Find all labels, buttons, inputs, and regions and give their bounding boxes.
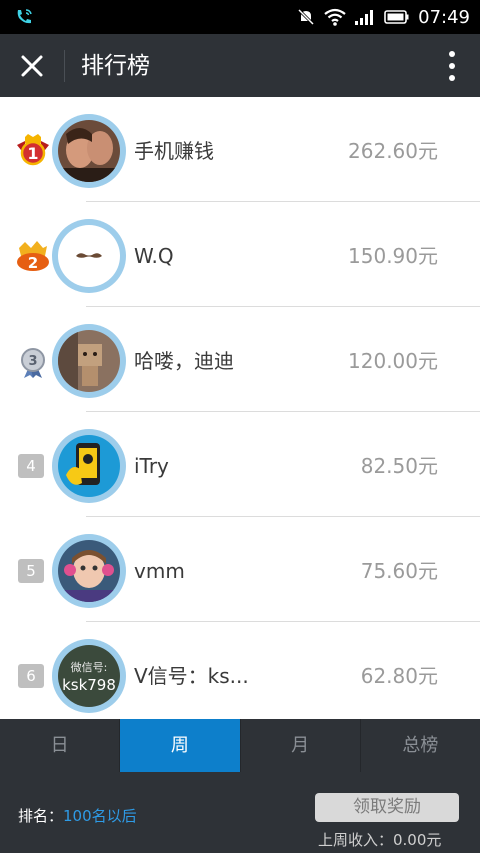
silver-medal-icon: 2 — [17, 241, 49, 272]
signal-icon — [355, 10, 374, 25]
more-vertical-icon[interactable] — [448, 50, 456, 82]
user-name: V信号：ks... — [134, 664, 249, 688]
avatar-photo — [58, 120, 120, 182]
earnings-amount: 150.90元 — [348, 244, 438, 268]
tab-day[interactable]: 日 — [0, 719, 121, 772]
wifi-icon — [324, 8, 346, 26]
user-name: 手机赚钱 — [134, 139, 214, 163]
list-item[interactable]: 6 微信号: ksk798 V信号：ks... 62.80元 — [0, 622, 480, 719]
user-name: W.Q — [134, 244, 174, 268]
tab-week[interactable]: 周 — [120, 719, 241, 772]
status-bar: 07:49 — [0, 0, 480, 34]
list-item[interactable]: 3 哈喽，迪迪 120.00元 — [0, 307, 480, 412]
list-item[interactable]: 1 手机赚钱 262.60元 — [0, 97, 480, 202]
gold-medal-icon: 1 — [17, 134, 49, 166]
earnings-amount: 262.60元 — [348, 139, 438, 163]
avatar[interactable] — [52, 114, 126, 188]
avatar[interactable] — [52, 219, 126, 293]
earnings-amount: 120.00元 — [348, 349, 438, 373]
avatar-photo — [58, 225, 120, 287]
tab-month[interactable]: 月 — [241, 719, 361, 772]
bronze-medal-icon: 3 — [21, 348, 45, 378]
earnings-amount: 75.60元 — [360, 559, 438, 583]
my-rank: 排名：100名以后 — [18, 805, 137, 826]
title-bar: 排行榜 — [0, 34, 480, 97]
user-name: 哈喽，迪迪 — [134, 349, 234, 373]
tab-total[interactable]: 总榜 — [361, 719, 480, 772]
claim-reward-button[interactable]: 领取奖励 — [315, 793, 459, 822]
svg-text:2: 2 — [28, 254, 38, 272]
phone-icon — [17, 9, 32, 24]
list-item[interactable]: 5 vmm 75.60元 — [0, 517, 480, 622]
my-rank-label: 排名： — [18, 807, 64, 825]
last-week-income: 上周收入：0.00元 — [318, 831, 442, 849]
earnings-amount: 62.80元 — [360, 664, 438, 688]
rank-number: 4 — [18, 454, 44, 478]
rank-number: 5 — [18, 559, 44, 583]
close-icon[interactable] — [14, 48, 50, 84]
footer: 排名：100名以后 领取奖励 上周收入：0.00元 — [0, 772, 480, 853]
period-tabs: 日 周 月 总榜 — [0, 719, 480, 772]
battery-icon — [384, 10, 409, 24]
avatar[interactable] — [52, 429, 126, 503]
avatar[interactable] — [52, 534, 126, 608]
svg-text:3: 3 — [28, 354, 37, 369]
rank-number: 6 — [18, 664, 44, 688]
avatar[interactable]: 微信号: ksk798 — [52, 639, 126, 713]
ranking-list: 1 手机赚钱 262.60元 2 W.Q 150.90元 3 哈喽，迪迪 120… — [0, 97, 480, 719]
avatar-photo — [58, 330, 120, 392]
svg-text:1: 1 — [27, 144, 38, 163]
avatar-text-line: 微信号: — [70, 661, 108, 674]
list-item[interactable]: 4 iTry 82.50元 — [0, 412, 480, 517]
avatar-photo — [58, 435, 120, 497]
avatar-photo — [58, 540, 120, 602]
earnings-amount: 82.50元 — [360, 454, 438, 478]
avatar[interactable] — [52, 324, 126, 398]
user-name: iTry — [134, 454, 169, 478]
page-title: 排行榜 — [81, 53, 150, 79]
my-rank-value: 100名以后 — [63, 807, 137, 825]
list-item[interactable]: 2 W.Q 150.90元 — [0, 202, 480, 307]
mute-icon — [298, 8, 315, 26]
title-divider — [64, 50, 65, 82]
status-time: 07:49 — [418, 6, 470, 28]
user-name: vmm — [134, 559, 185, 583]
avatar-text-line: ksk798 — [62, 676, 116, 694]
